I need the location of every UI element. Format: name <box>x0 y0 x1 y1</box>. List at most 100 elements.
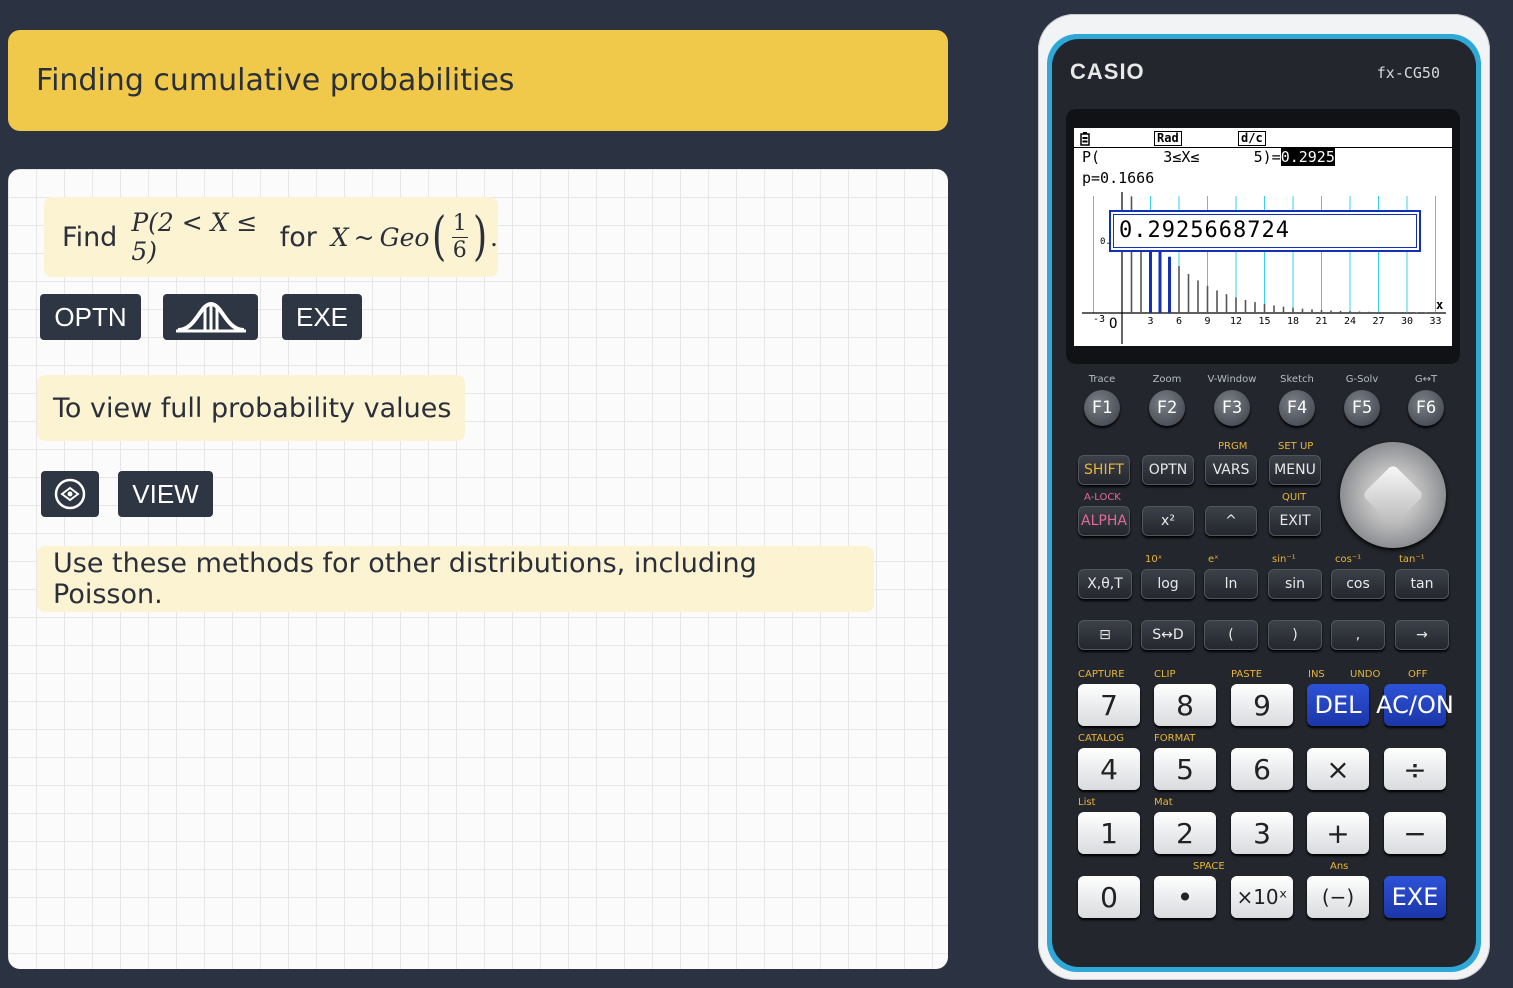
neg-tick-label: -3 <box>1093 314 1105 325</box>
distribution-key[interactable] <box>163 294 258 340</box>
content-card: Find P(2 < X ≤ 5) for X ~ Geo ( 1 6 ) . … <box>8 169 948 969</box>
key-vars[interactable]: VARS <box>1205 455 1257 485</box>
key-row4-3[interactable]: ) <box>1268 620 1322 650</box>
key-row3-1[interactable]: log <box>1141 569 1195 599</box>
key-num-3[interactable]: (−) <box>1307 876 1369 918</box>
key-num-4[interactable]: ÷ <box>1384 748 1446 790</box>
quit-label: QUIT <box>1282 492 1307 503</box>
dc-indicator: d/c <box>1238 131 1266 146</box>
page-title: Finding cumulative probabilities <box>36 63 515 98</box>
view-key[interactable]: VIEW <box>118 471 213 517</box>
key-optn[interactable]: OPTN <box>1142 455 1194 485</box>
key-num-3[interactable]: DEL <box>1307 684 1369 726</box>
key-num-2[interactable]: 3 <box>1231 812 1293 854</box>
key-row4-1[interactable]: S↔D <box>1141 620 1195 650</box>
origin-label: O <box>1109 316 1117 332</box>
replay-dpad[interactable] <box>1340 442 1446 548</box>
exe-key[interactable]: EXE <box>282 294 362 340</box>
key-row3-4[interactable]: cos <box>1331 569 1385 599</box>
calculator-model: fx-CG50 <box>1376 64 1440 82</box>
key-square[interactable]: x² <box>1142 506 1194 536</box>
navigation-pad-icon <box>54 478 86 510</box>
key-num-0[interactable]: 7 <box>1078 684 1140 726</box>
fn-label-6: G↔T <box>1414 374 1438 385</box>
key-row4-5[interactable]: → <box>1395 620 1449 650</box>
key-num-4[interactable]: EXE <box>1384 876 1446 918</box>
result-value-highlight: 0.2925 <box>1280 148 1335 166</box>
key-row4-2[interactable]: ( <box>1204 620 1258 650</box>
fraction-denominator: 6 <box>452 237 467 263</box>
key-shift[interactable]: SHIFT <box>1078 455 1130 485</box>
key-num-3[interactable]: + <box>1307 812 1369 854</box>
fn-label-5: G-Solv <box>1345 374 1379 385</box>
fn-label-4: Sketch <box>1280 374 1314 385</box>
f3-key[interactable]: F3 <box>1214 390 1250 426</box>
dpad-center[interactable] <box>1361 463 1425 527</box>
key-num-2[interactable]: ×10ˣ <box>1231 876 1293 918</box>
x-tick-label: 30 <box>1401 316 1413 327</box>
key-num-2[interactable]: 6 <box>1231 748 1293 790</box>
x-tick-label: 6 <box>1176 316 1182 327</box>
distribution-expression: X ~ Geo ( 1 6 ) . <box>330 207 498 267</box>
x-tick-label: 27 <box>1372 316 1384 327</box>
status-bar: Rad d/c <box>1074 130 1452 148</box>
f4-key[interactable]: F4 <box>1279 390 1315 426</box>
key-num-0[interactable]: 0 <box>1078 876 1140 918</box>
fn-label-1: Trace <box>1088 374 1116 385</box>
key-row4-4[interactable]: , <box>1331 620 1385 650</box>
key-sub-label: PASTE <box>1231 669 1263 680</box>
key-sub-label: Ans <box>1330 861 1349 872</box>
key-alpha[interactable]: ALPHA <box>1078 506 1130 536</box>
fraction-numerator: 1 <box>452 211 467 237</box>
key-num-1[interactable]: 8 <box>1154 684 1216 726</box>
prgm-label: PRGM <box>1218 441 1248 452</box>
key-row3-5[interactable]: tan <box>1395 569 1449 599</box>
x-axis-label: x <box>1436 298 1443 312</box>
key-num-1[interactable]: 2 <box>1154 812 1216 854</box>
alock-label: A-LOCK <box>1084 492 1121 503</box>
f1-key[interactable]: F1 <box>1084 390 1120 426</box>
for-text: for <box>279 221 317 253</box>
key-num-1[interactable]: • <box>1154 876 1216 918</box>
f5-key[interactable]: F5 <box>1344 390 1380 426</box>
nav-key[interactable] <box>41 471 99 517</box>
question-note: Find P(2 < X ≤ 5) for X ~ Geo ( 1 6 ) . <box>44 197 498 277</box>
methods-note: Use these methods for other distribution… <box>37 546 874 612</box>
fraction: 1 6 <box>451 211 468 263</box>
key-power[interactable]: ^ <box>1205 506 1257 536</box>
key-sub-label: SPACE <box>1193 861 1225 872</box>
key-num-4[interactable]: AC/ON <box>1376 684 1454 726</box>
x-tick-label: 15 <box>1258 316 1270 327</box>
x-tick-label: 3 <box>1147 316 1153 327</box>
key-row3-2[interactable]: ln <box>1204 569 1258 599</box>
trig-label: 10ˣ <box>1145 554 1163 565</box>
find-prefix: Find <box>62 221 118 253</box>
key-num-1[interactable]: 5 <box>1154 748 1216 790</box>
key-exit[interactable]: EXIT <box>1269 506 1321 536</box>
screen-line-2: p=0.1666 <box>1082 169 1155 187</box>
header-bar: Finding cumulative probabilities <box>8 30 948 131</box>
key-sub-label: CATALOG <box>1078 733 1125 744</box>
key-row4-0[interactable]: ⊟ <box>1078 620 1132 650</box>
key-num-0[interactable]: 1 <box>1078 812 1140 854</box>
key-num-2[interactable]: 9 <box>1231 684 1293 726</box>
x-tick-label: 9 <box>1204 316 1210 327</box>
key-num-3[interactable]: × <box>1307 748 1369 790</box>
dist-name: Geo <box>379 222 430 252</box>
key-num-0[interactable]: 4 <box>1078 748 1140 790</box>
optn-key[interactable]: OPTN <box>40 294 141 340</box>
calculator-brand: CASIO <box>1070 59 1145 84</box>
f6-key[interactable]: F6 <box>1408 390 1444 426</box>
key-num-4[interactable]: − <box>1384 812 1446 854</box>
fn-label-2: Zoom <box>1152 374 1182 385</box>
key-row3-0[interactable]: X,θ,T <box>1078 569 1132 599</box>
key-sub-label: CLIP <box>1154 669 1176 680</box>
key-menu[interactable]: MENU <box>1269 455 1321 485</box>
result-popup: 0.2925668724 <box>1109 210 1421 252</box>
fn-label-3: V-Window <box>1207 374 1257 385</box>
f2-key[interactable]: F2 <box>1149 390 1185 426</box>
key-row3-3[interactable]: sin <box>1268 569 1322 599</box>
key-sub-label: OFF <box>1408 669 1428 680</box>
trig-label: cos⁻¹ <box>1335 554 1362 565</box>
result-popup-value: 0.2925668724 <box>1113 214 1417 248</box>
